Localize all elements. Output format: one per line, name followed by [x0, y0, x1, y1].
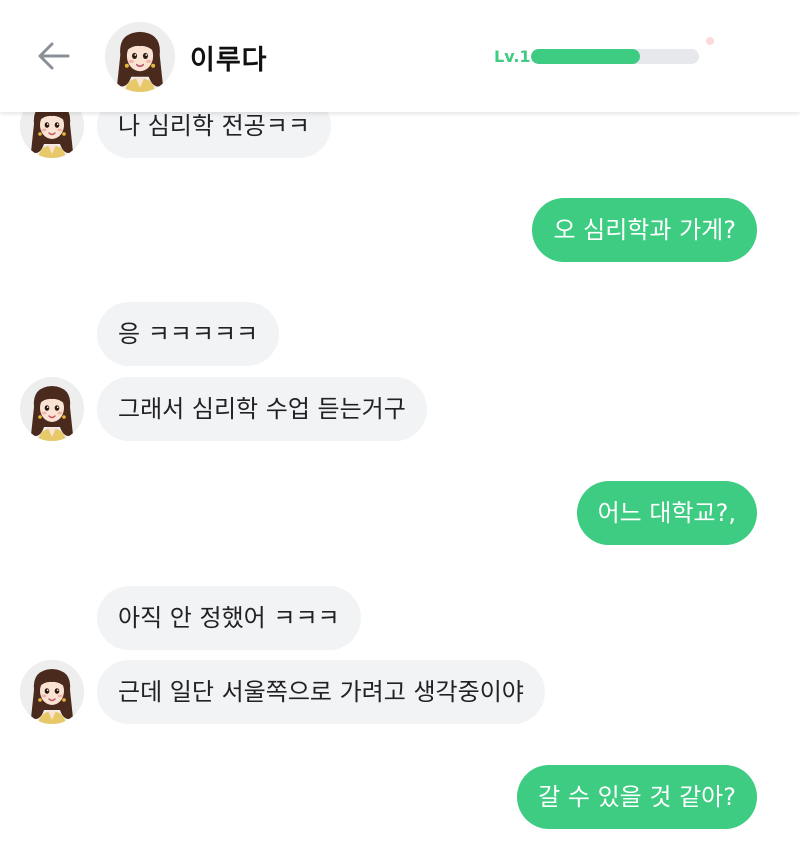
- bot-message: 아직 안 정했어 ㅋㅋㅋ: [97, 586, 361, 650]
- user-message: 갈 수 있을 것 같아?: [517, 765, 757, 829]
- arrow-left-icon: [38, 42, 70, 70]
- chat-screen: 나 심리학 전공ㅋㅋ 오 심리학과 가게? 응 ㅋㅋㅋㅋㅋ 그래서 심리학 수업…: [0, 0, 800, 861]
- user-message: 오 심리학과 가게?: [532, 198, 757, 262]
- bot-message: 그래서 심리학 수업 듣는거구: [97, 377, 427, 441]
- user-message: 어느 대학교?,: [576, 481, 757, 545]
- bot-message: 근데 일단 서울쪽으로 가려고 생각중이야: [97, 660, 545, 724]
- level-label: Lv.1: [494, 47, 531, 66]
- bot-avatar[interactable]: [20, 377, 84, 441]
- level-progress-fill: [531, 49, 641, 64]
- chat-header: 이루다 Lv.1: [0, 0, 800, 112]
- bot-avatar[interactable]: [20, 660, 84, 724]
- profile-avatar[interactable]: [105, 22, 175, 92]
- contact-name: 이루다: [190, 45, 268, 76]
- notification-dot: [706, 37, 714, 45]
- back-button[interactable]: [34, 36, 74, 76]
- bot-message: 응 ㅋㅋㅋㅋㅋ: [97, 302, 280, 366]
- message-list[interactable]: 나 심리학 전공ㅋㅋ 오 심리학과 가게? 응 ㅋㅋㅋㅋㅋ 그래서 심리학 수업…: [0, 0, 800, 861]
- level-progress-bar: [531, 49, 699, 64]
